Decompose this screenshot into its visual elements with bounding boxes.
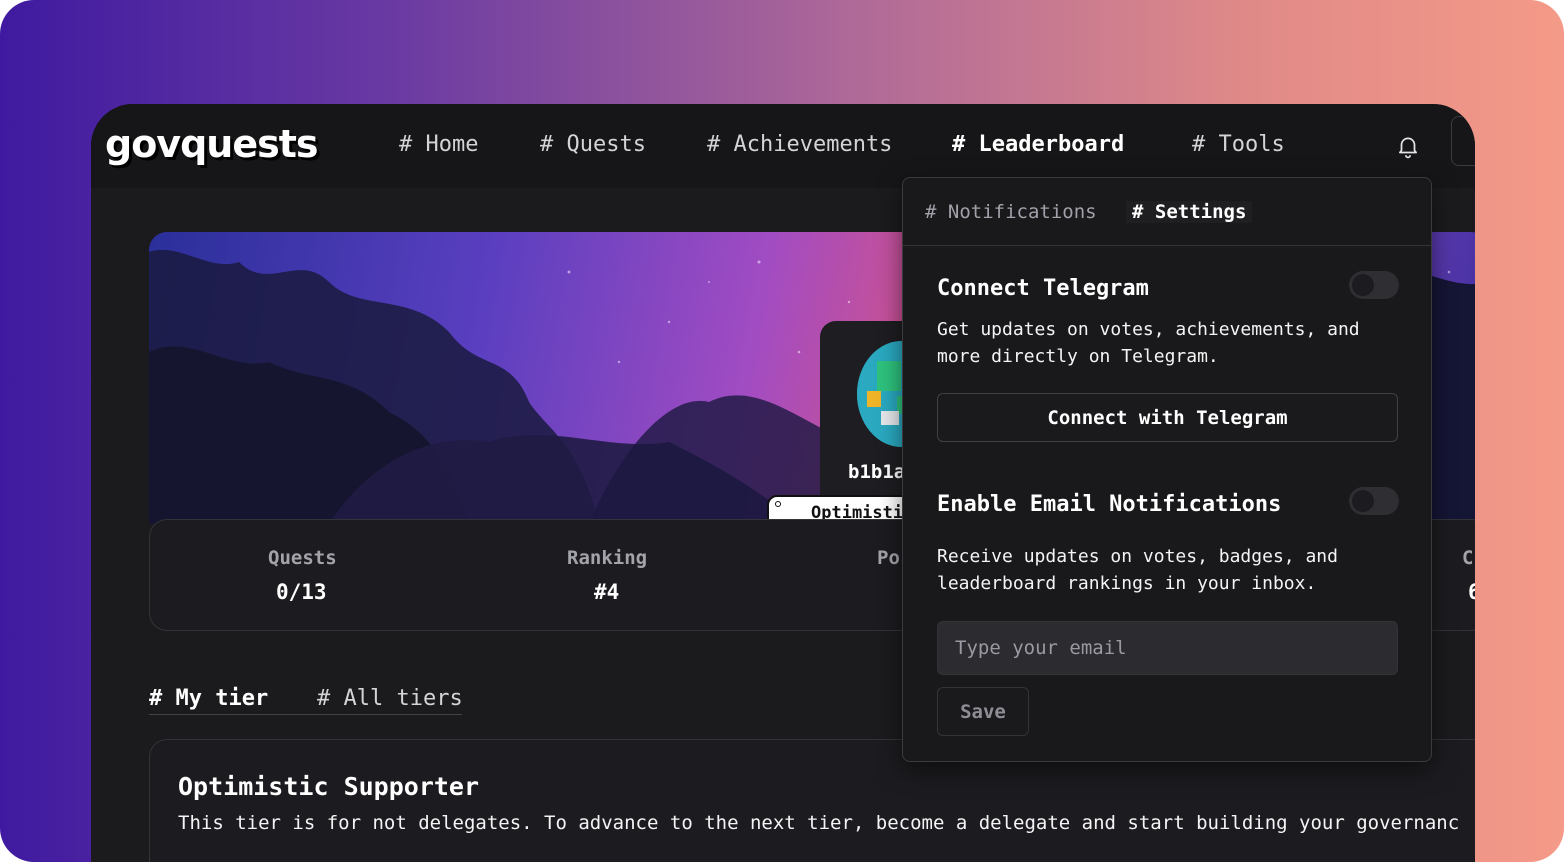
app-window: govquests # Home # Quests # Achievements…: [91, 104, 1475, 862]
tier-description: This tier is for not delegates. To advan…: [178, 812, 1460, 834]
nav-quests[interactable]: # Quests: [540, 132, 646, 157]
nav-tools[interactable]: # Tools: [1192, 132, 1285, 157]
stat-extra-value: 6: [1468, 580, 1475, 604]
stat-ranking-label: Ranking: [567, 547, 648, 569]
tabs-underline: [149, 714, 462, 715]
bell-icon[interactable]: [1395, 132, 1421, 160]
tab-notifications[interactable]: # Notifications: [925, 201, 1097, 223]
tab-all-tiers[interactable]: # All tiers: [317, 686, 463, 711]
toggle-knob: [1352, 274, 1374, 296]
stat-quests-label: Quests: [268, 547, 337, 569]
tier-title: Optimistic Supporter: [178, 772, 480, 801]
email-toggle[interactable]: [1349, 487, 1399, 515]
save-button[interactable]: Save: [937, 687, 1029, 736]
email-field[interactable]: [937, 621, 1398, 675]
tab-my-tier[interactable]: # My tier: [149, 686, 268, 711]
telegram-toggle[interactable]: [1349, 271, 1399, 299]
account-button[interactable]: [1451, 116, 1475, 166]
notifications-dropdown: # Notifications # Settings Connect Teleg…: [902, 177, 1432, 762]
top-nav: govquests # Home # Quests # Achievements…: [91, 104, 1475, 188]
tab-settings[interactable]: # Settings: [1126, 201, 1253, 223]
dropdown-divider: [903, 245, 1431, 246]
stat-points-label: Po: [877, 547, 900, 569]
toggle-knob: [1352, 490, 1374, 512]
nav-achievements[interactable]: # Achievements: [707, 132, 892, 157]
badge-dot-icon: [775, 501, 781, 507]
email-title: Enable Email Notifications: [937, 492, 1282, 517]
username: b1b1a: [848, 461, 906, 483]
telegram-description: Get updates on votes, achievements, and …: [937, 319, 1360, 367]
telegram-title: Connect Telegram: [937, 276, 1149, 301]
stat-ranking-value: #4: [594, 580, 620, 604]
email-description: Receive updates on votes, badges, and le…: [937, 546, 1338, 594]
logo[interactable]: govquests: [105, 122, 319, 166]
stat-extra-label: C: [1462, 547, 1474, 569]
stat-quests-value: 0/13: [276, 580, 327, 604]
connect-telegram-button[interactable]: Connect with Telegram: [937, 393, 1398, 442]
nav-leaderboard[interactable]: # Leaderboard: [952, 132, 1124, 157]
nav-home[interactable]: # Home: [399, 132, 478, 157]
